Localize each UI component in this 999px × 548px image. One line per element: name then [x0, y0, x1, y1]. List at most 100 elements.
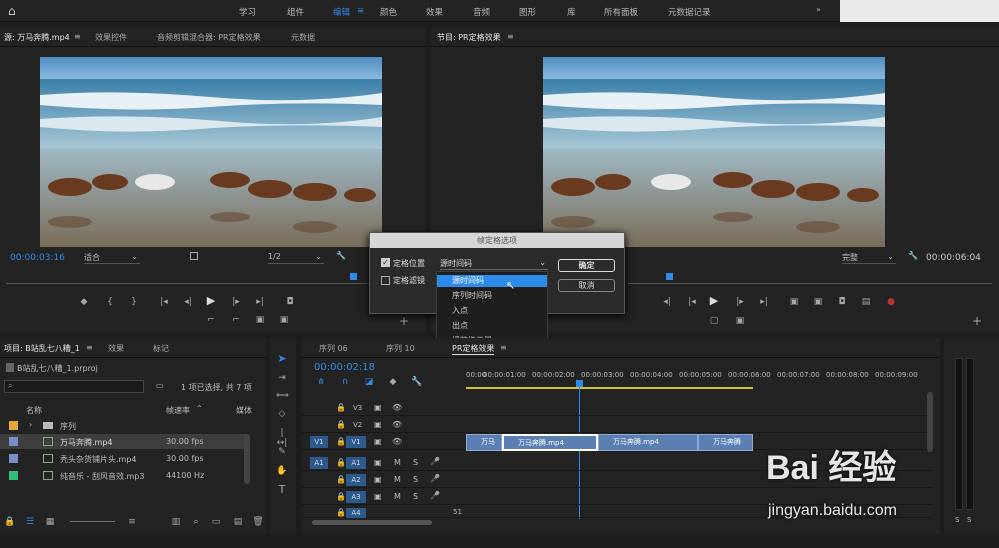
tab-program[interactable]: 节目: PR定格效果 — [437, 32, 501, 43]
clip[interactable]: 万马 — [466, 434, 502, 451]
mic-icon[interactable]: 🎤 — [430, 457, 440, 466]
wrench-icon[interactable]: 🔧 — [411, 377, 423, 387]
lift-icon[interactable]: ▣ — [788, 297, 800, 307]
track-label[interactable]: A4 — [346, 508, 366, 518]
record-icon[interactable]: ● — [885, 297, 897, 307]
source-patch[interactable]: A1 — [310, 457, 328, 469]
cancel-button[interactable]: 取消 — [558, 279, 615, 292]
add-marker-icon[interactable]: ◆ — [387, 377, 399, 387]
overwrite-icon[interactable]: ⌐ — [230, 315, 242, 325]
ws-metadata[interactable]: 元数据记录 — [668, 6, 711, 18]
clip[interactable]: 万马奔腾 — [698, 434, 753, 451]
trash-icon[interactable]: 🗑 — [252, 517, 264, 527]
col-rate[interactable]: 帧速率 — [166, 405, 190, 416]
go-to-in-icon[interactable]: |◂ — [686, 297, 698, 307]
double-arrow-icon[interactable]: » — [816, 5, 821, 14]
ws-allpanels[interactable]: 所有面板 — [604, 6, 638, 18]
compare-icon[interactable]: ▤ — [860, 297, 872, 307]
sync-icon[interactable]: ▣ — [374, 437, 382, 446]
menu-item-source-tc[interactable]: 源时间码 — [437, 275, 547, 287]
ws-editing[interactable]: 编辑 — [333, 6, 350, 18]
solo-button[interactable]: S — [413, 458, 418, 467]
timeline-h-scrollbar[interactable] — [312, 520, 432, 525]
chevron-right-icon[interactable]: › — [29, 420, 32, 429]
wrench-icon[interactable]: 🔧 — [336, 251, 346, 260]
ws-learn[interactable]: 学习 — [239, 6, 256, 18]
camera-icon[interactable]: ◘ — [836, 297, 848, 307]
camera-icon[interactable]: ◘ — [284, 297, 296, 307]
new-bin-icon[interactable]: ▭ — [156, 381, 164, 390]
program-quality-select[interactable]: 完整 ⌄ — [842, 252, 896, 264]
work-area-bar[interactable] — [466, 387, 753, 389]
source-scrub-bar[interactable] — [6, 283, 422, 284]
program-menu-icon[interactable]: ≡ — [507, 32, 514, 41]
mute-button[interactable]: M — [394, 458, 401, 467]
mic-icon[interactable]: 🎤 — [430, 474, 440, 483]
ws-assembly[interactable]: 组件 — [287, 6, 304, 18]
mark-out-icon[interactable]: } — [128, 297, 140, 307]
go-to-out-icon[interactable]: ▸| — [254, 297, 266, 307]
tab-source[interactable]: 源: 万马奔腾.mp4 — [4, 32, 70, 43]
project-scrollbar[interactable] — [244, 434, 250, 484]
new-item-icon[interactable]: ▤ — [232, 517, 244, 527]
lock-icon[interactable]: 🔒 — [4, 517, 16, 527]
hand-tool-icon[interactable]: ✋ — [276, 466, 288, 476]
ok-button[interactable]: 确定 — [558, 259, 615, 272]
slip-tool-icon[interactable]: |↔| — [276, 428, 288, 448]
tab-metadata[interactable]: 元数据 — [291, 32, 315, 43]
track-select-icon[interactable]: ⇥ — [276, 373, 288, 383]
nest-icon[interactable]: ⋔ — [315, 377, 327, 387]
export-frame-icon[interactable]: ▣ — [254, 315, 266, 325]
solo-button[interactable]: S — [413, 475, 418, 484]
pen-tool-icon[interactable]: ✎ — [276, 447, 288, 457]
lock-icon[interactable]: 🔒 — [336, 420, 346, 429]
zoom-slider[interactable] — [70, 521, 115, 522]
step-forward-icon[interactable]: |▸ — [734, 297, 746, 307]
source-res-select[interactable]: 1/2 ⌄ — [268, 252, 324, 264]
find-icon[interactable]: ⌕ — [190, 517, 202, 527]
tab-project[interactable]: 项目: B站乱七八糟_1 — [4, 343, 80, 354]
ws-effects[interactable]: 效果 — [426, 6, 443, 18]
eye-icon[interactable]: 👁 — [392, 420, 402, 429]
play-icon[interactable]: ▶ — [205, 295, 217, 306]
tab-pr-hold[interactable]: PR定格效果 — [452, 343, 495, 355]
button-editor-icon[interactable]: ▣ — [278, 315, 290, 325]
sync-icon[interactable]: ▣ — [374, 420, 382, 429]
list-item[interactable]: 纯音乐 - 刮风音效.mp3 44100 Hz — [0, 468, 246, 483]
play-icon[interactable]: ▶ — [708, 295, 720, 306]
source-menu-icon[interactable]: ≡ — [74, 32, 81, 41]
source-playhead[interactable] — [350, 273, 357, 280]
lock-icon[interactable]: 🔒 — [336, 475, 346, 484]
timeline-menu-icon[interactable]: ≡ — [500, 343, 507, 352]
type-tool-icon[interactable]: T — [276, 484, 288, 495]
tab-effects[interactable]: 效果 — [108, 343, 124, 354]
sync-icon[interactable]: ▣ — [374, 458, 382, 467]
lock-icon[interactable]: 🔒 — [336, 403, 346, 412]
lock-icon[interactable]: 🔒 — [336, 458, 346, 467]
ws-menu-icon[interactable]: ≡ — [357, 6, 364, 16]
time-ruler[interactable]: 00:00 00:00:01:00 00:00:02:00 00:00:03:0… — [466, 366, 936, 389]
project-menu-icon[interactable]: ≡ — [86, 343, 93, 352]
clip-selected[interactable]: 万马奔腾.mp4 — [502, 434, 598, 451]
project-search-input[interactable]: ⌕ — [4, 380, 144, 393]
go-to-in-icon[interactable]: |◂ — [158, 297, 170, 307]
track-label[interactable]: A3 — [346, 491, 366, 503]
timeline-playhead[interactable] — [576, 380, 583, 387]
lock-icon[interactable]: 🔒 — [336, 492, 346, 501]
safe-margins-icon[interactable]: ▢ — [708, 316, 720, 326]
hold-filters-checkbox[interactable] — [381, 276, 390, 285]
col-media[interactable]: 媒体 — [236, 405, 252, 416]
menu-item-out[interactable]: 出点 — [452, 320, 468, 331]
new-bin-icon[interactable]: ▭ — [210, 517, 222, 527]
program-playhead[interactable] — [666, 273, 673, 280]
selection-tool-icon[interactable]: ➤ — [276, 353, 288, 364]
solo-button[interactable]: S — [413, 492, 418, 501]
mark-in-icon[interactable]: { — [104, 297, 116, 307]
menu-item-seq-tc[interactable]: 序列时间码 — [452, 290, 492, 301]
step-back-icon[interactable]: ◂| — [182, 297, 194, 307]
list-item[interactable]: › 序列 — [0, 418, 246, 433]
snap-icon[interactable]: ∩ — [339, 377, 351, 387]
linked-selection-icon[interactable]: ◪ — [363, 377, 375, 387]
volume-value[interactable]: 51 — [453, 508, 462, 516]
step-forward-icon[interactable]: |▸ — [230, 297, 242, 307]
